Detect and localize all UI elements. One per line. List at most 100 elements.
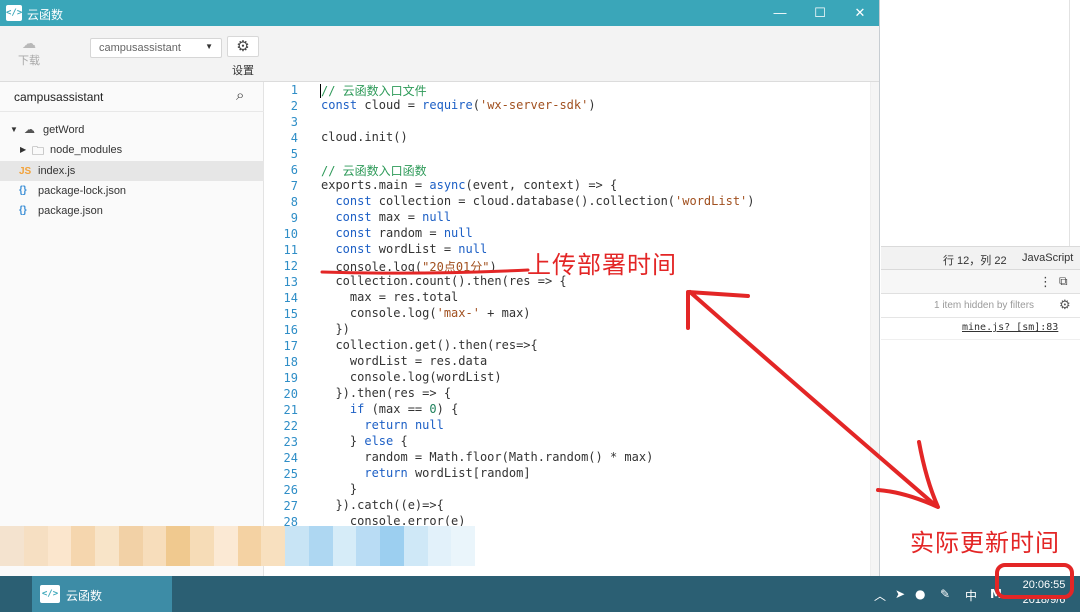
code-line: const max = null <box>335 210 452 224</box>
json-file-icon: {} <box>19 205 27 216</box>
download-label: 下载 <box>18 54 40 67</box>
project-header: campusassistant ⌕ <box>0 82 264 112</box>
line-number: 24 <box>283 451 298 465</box>
code-line: max = res.total <box>321 290 459 304</box>
line-number: 26 <box>283 483 298 497</box>
taskbar-app-button[interactable]: </> 云函数 <box>32 576 172 612</box>
caret-right-icon: ▶ <box>20 145 27 154</box>
hidden-items-note: 1 item hidden by filters <box>934 300 1035 311</box>
gear-icon: ⚙ <box>227 36 259 57</box>
m-icon[interactable]: M <box>990 587 1002 601</box>
code-line: }).then(res => { <box>321 386 452 400</box>
code-line: console.log('max-' + max) <box>321 306 531 320</box>
code-line: collection.get().then(res=>{ <box>321 338 538 352</box>
tree-item-getword[interactable]: ▼ ☁ getWord <box>0 120 264 140</box>
project-name: campusassistant <box>14 90 104 104</box>
json-file-icon: {} <box>19 185 27 196</box>
right-panel: 行 12，列 22 JavaScript ⋮ ⧉ 1 item hidden b… <box>881 0 1080 576</box>
code-line: const collection = cloud.database().coll… <box>335 194 755 208</box>
search-icon[interactable]: ⌕ <box>236 87 244 104</box>
code-line: const random = null <box>335 226 473 240</box>
qq-icon[interactable]: ● <box>915 587 925 601</box>
js-file-icon: JS <box>19 166 32 177</box>
taskbar-app-label: 云函数 <box>66 589 103 603</box>
line-number: 8 <box>290 195 298 209</box>
line-number: 17 <box>283 339 298 353</box>
ime-indicator[interactable]: 中 <box>965 587 977 604</box>
simulator-area <box>881 0 1080 246</box>
deploy-time-annotation: 上传部署时间 <box>527 251 677 279</box>
language-mode[interactable]: JavaScript <box>1022 252 1073 264</box>
chevron-down-icon: ▼ <box>205 42 213 51</box>
system-clock[interactable]: 20:06:55 2018/9/6 <box>1014 578 1074 608</box>
tree-item-index-js[interactable]: JS index.js <box>0 161 264 181</box>
environment-select[interactable]: campusassistant ▼ <box>90 38 222 58</box>
taskbar: </> 云函数 ︿ ➤ ● ✎ 中 M 20:06:55 2018/9/6 <box>0 576 1080 612</box>
line-number: 25 <box>283 467 298 481</box>
code-line: // 云函数入口文件 <box>321 84 427 98</box>
line-number: 5 <box>290 147 298 161</box>
tree-item-label: package-lock.json <box>38 185 127 197</box>
tree-item-label: getWord <box>43 124 85 136</box>
cloud-function-window: </> 云函数 — ☐ ✕ ☁ 下载 campusassistant ▼ ⚙ 设… <box>0 0 880 576</box>
tree-item-node-modules[interactable]: ▶ 🗀 node_modules <box>0 140 264 160</box>
code-line: console.log(wordList) <box>321 370 502 384</box>
toolbar: ☁ 下载 campusassistant ▼ ⚙ 设置 <box>0 26 879 82</box>
line-number: 20 <box>283 387 298 401</box>
line-number: 1 <box>290 83 298 97</box>
line-number: 14 <box>283 291 298 305</box>
code-line: wordList = res.data <box>321 354 488 368</box>
settings-button[interactable]: ⚙ 设置 <box>226 36 260 78</box>
tree-item-label: package.json <box>38 205 103 217</box>
console-log-row: mine.js? [sm]:83 <box>881 318 1080 340</box>
line-number: 3 <box>290 115 298 129</box>
folder-icon: 🗀 <box>32 144 45 158</box>
line-number: 11 <box>283 243 298 257</box>
blurred-region <box>0 526 475 566</box>
more-options-icon[interactable]: ⋮ <box>1039 274 1052 290</box>
send-icon[interactable]: ➤ <box>895 587 905 601</box>
cloud-folder-icon: ☁ <box>24 124 35 136</box>
clock-date: 2018/9/6 <box>1022 594 1066 606</box>
code-line: console.log("20点01分") <box>321 260 497 274</box>
tree-item-label: index.js <box>38 165 76 177</box>
cloud-download-icon: ☁ <box>22 36 36 52</box>
line-number: 4 <box>290 131 298 145</box>
maximize-button[interactable]: ☐ <box>800 0 840 26</box>
editor-scrollbar[interactable] <box>870 82 879 576</box>
code-line: }).catch((e)=>{ <box>321 498 444 512</box>
environment-value: campusassistant <box>99 42 181 54</box>
close-button[interactable]: ✕ <box>840 0 879 26</box>
code-line: return wordList[random] <box>364 466 531 480</box>
line-number-gutter: 1 2 3 4 5 6 7 8 9 10 11 12 13 14 15 16 17 18 19 20 21 22 23 24 2… <box>265 82 309 576</box>
log-source-link[interactable]: mine.js? [sm]:83 <box>962 322 1058 333</box>
code-editor[interactable]: 1 2 3 4 5 6 7 8 9 10 11 12 13 14 15 16 17 18 19 20 21 22 23 24 2… <box>265 82 879 576</box>
settings-label: 设置 <box>232 64 254 77</box>
line-number: 13 <box>283 275 298 289</box>
gear-icon[interactable]: ⚙ <box>1059 297 1071 313</box>
code-line: }) <box>321 322 350 336</box>
editor-status-bar: 行 12，列 22 JavaScript <box>881 246 1080 270</box>
line-number: 7 <box>290 179 298 193</box>
minimize-button[interactable]: — <box>760 0 800 26</box>
line-number: 2 <box>290 99 298 113</box>
cursor-position: 行 12，列 22 <box>943 255 1007 267</box>
pen-icon[interactable]: ✎ <box>940 587 950 601</box>
line-number: 16 <box>283 323 298 337</box>
dock-side-icon[interactable]: ⧉ <box>1059 274 1068 289</box>
devtools-header: ⋮ ⧉ <box>881 270 1080 294</box>
title-bar[interactable]: </> 云函数 — ☐ ✕ <box>0 0 879 26</box>
file-explorer: campusassistant ⌕ ▼ ☁ getWord ▶ 🗀 node_m… <box>0 82 264 576</box>
line-number: 22 <box>283 419 298 433</box>
tree-item-package-json[interactable]: {} package.json <box>0 201 264 221</box>
actual-update-time-annotation: 实际更新时间 <box>910 529 1060 557</box>
line-number: 27 <box>283 499 298 513</box>
clock-time: 20:06:55 <box>1022 579 1066 591</box>
code-line: } <box>321 482 358 496</box>
tree-item-package-lock[interactable]: {} package-lock.json <box>0 181 264 201</box>
divider <box>1069 0 1070 246</box>
window-title: 云函数 <box>27 8 64 22</box>
app-code-icon: </> <box>40 585 60 603</box>
tray-expand-icon[interactable]: ︿ <box>874 587 886 604</box>
download-button[interactable]: ☁ 下载 <box>14 36 44 68</box>
